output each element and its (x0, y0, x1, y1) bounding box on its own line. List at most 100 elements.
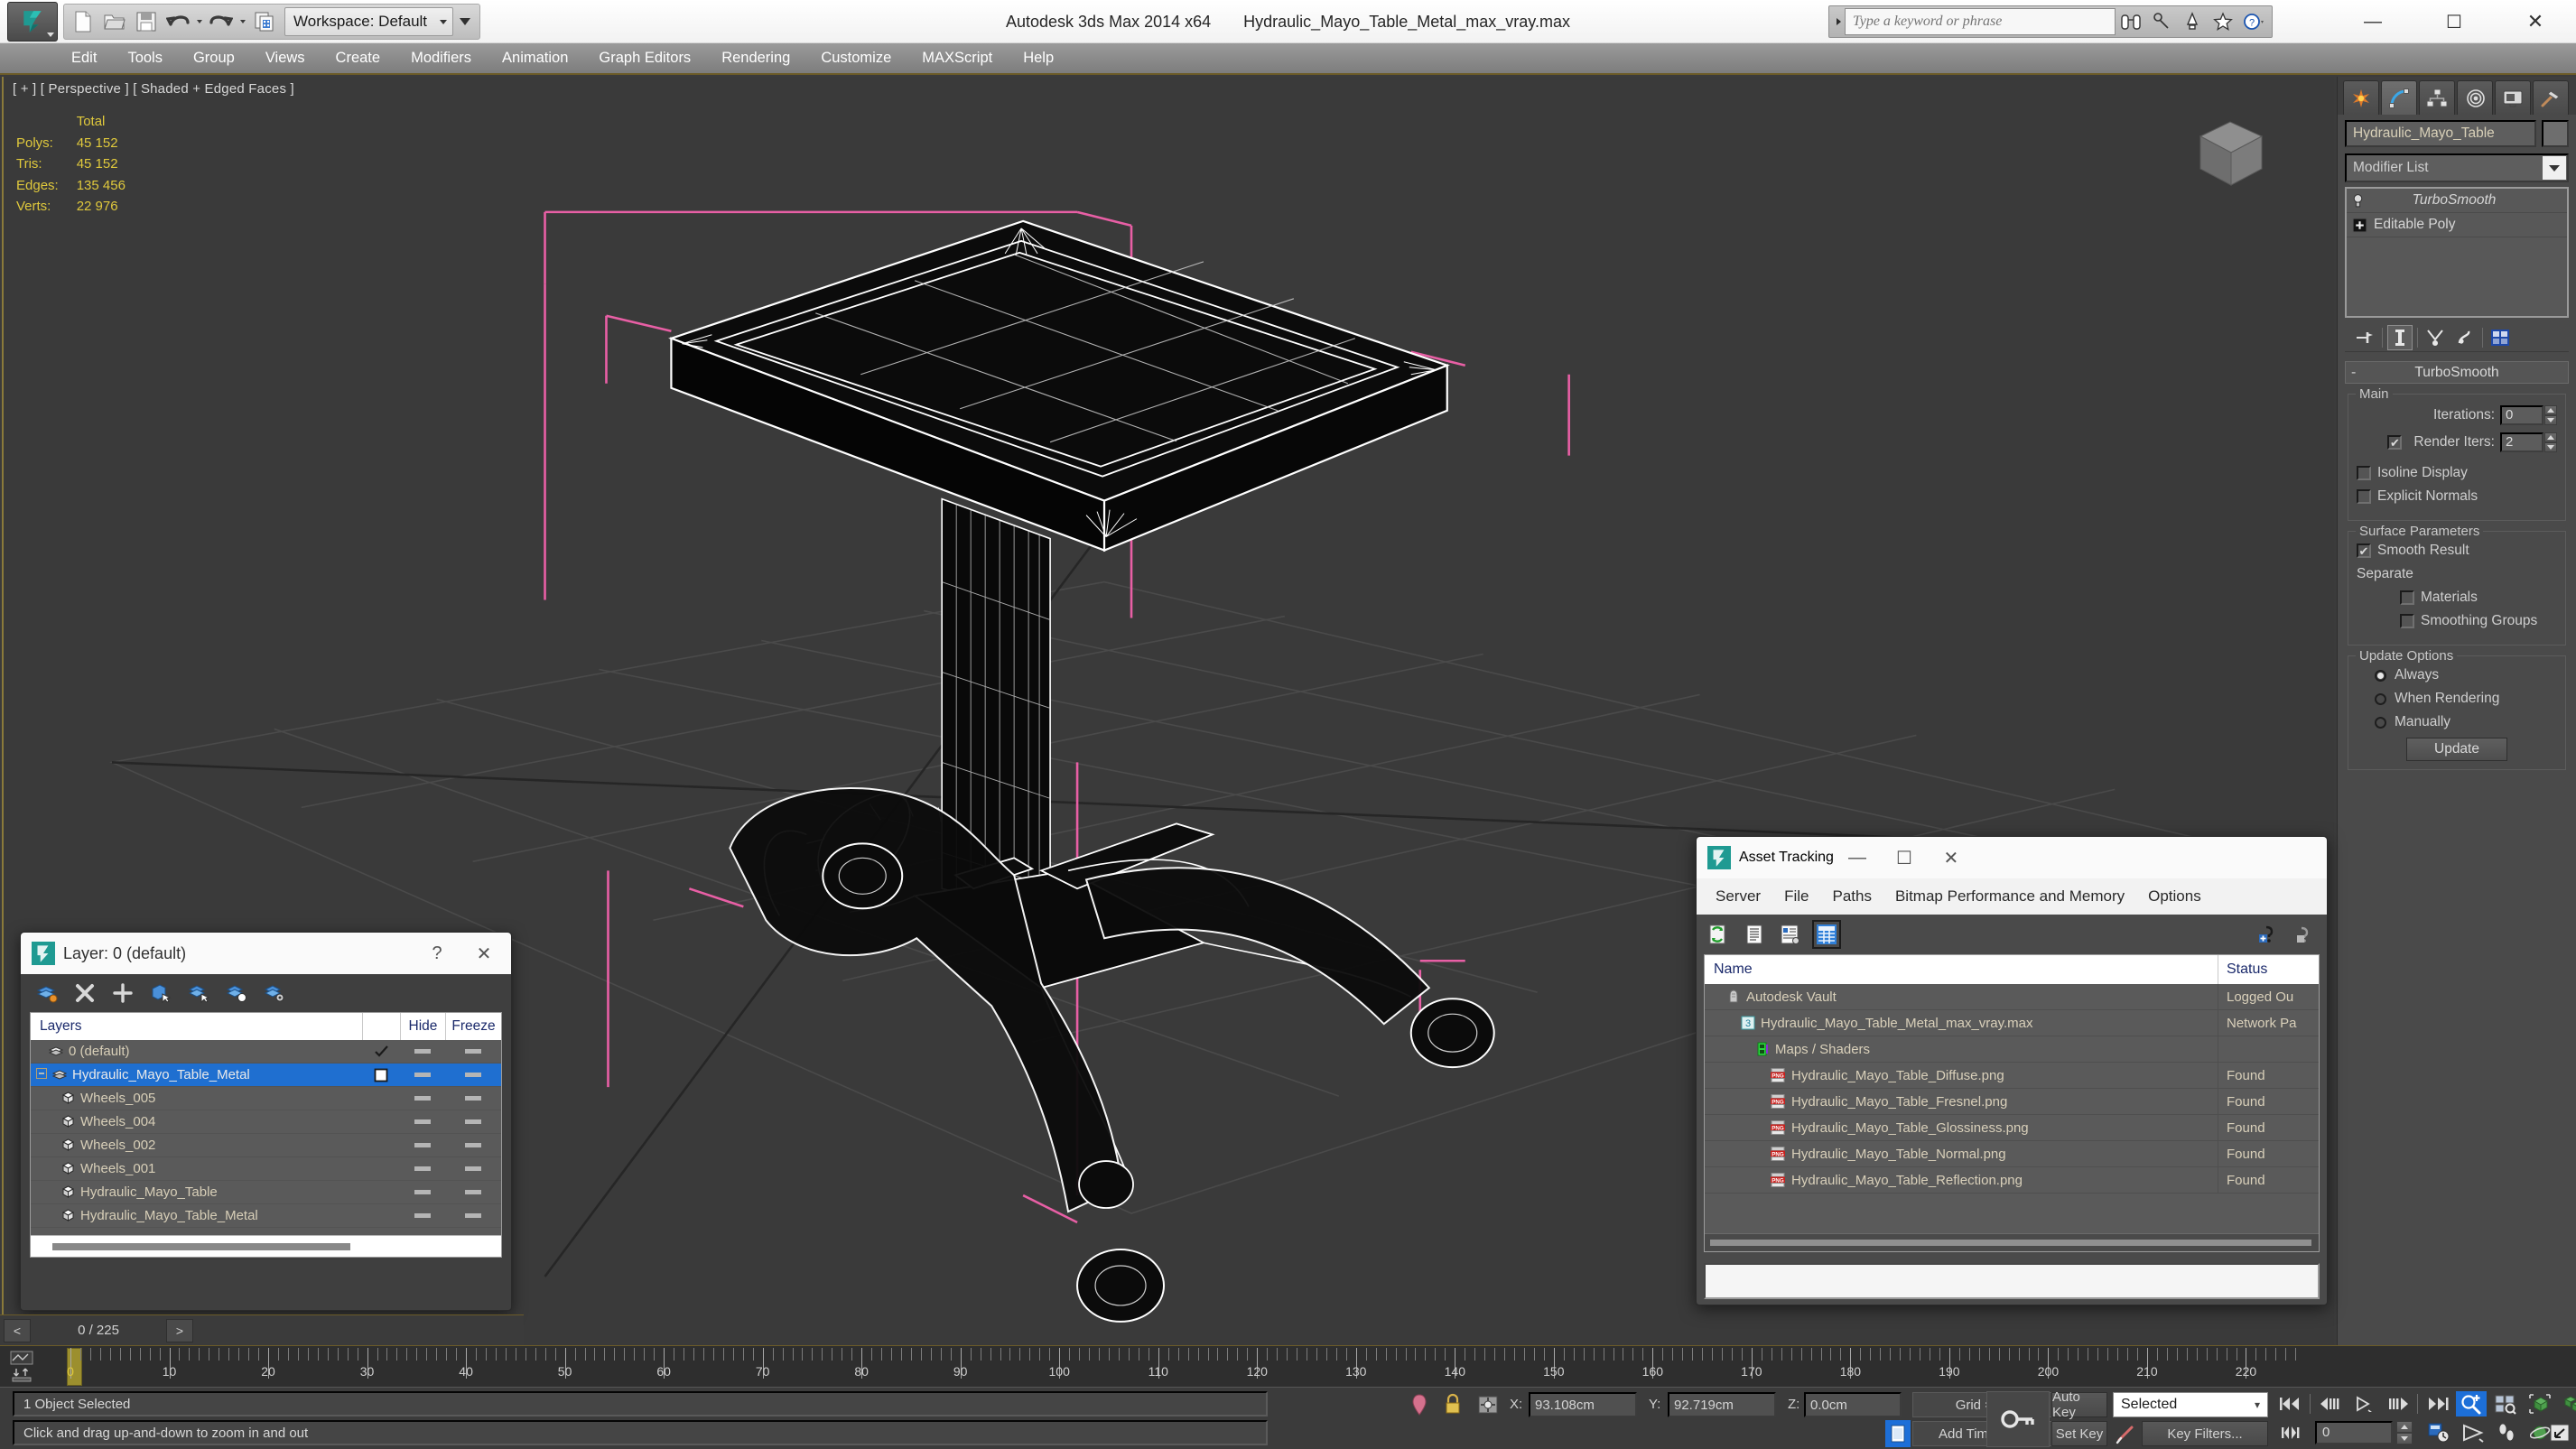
layer-freeze-toggle[interactable] (445, 1049, 501, 1054)
current-frame-field[interactable]: 0 (2315, 1421, 2393, 1444)
track-bar-open-icon[interactable] (4, 1348, 40, 1386)
viewport-label[interactable]: [ + ] [ Perspective ] [ Shaded + Edged F… (13, 81, 294, 97)
make-unique-button[interactable] (2423, 325, 2448, 350)
toolbar-overflow-icon[interactable] (454, 7, 476, 36)
project-folder-icon[interactable] (249, 6, 280, 37)
display-tab[interactable] (2495, 80, 2531, 115)
set-key-button[interactable]: Set Key (2051, 1421, 2107, 1446)
add-help-icon[interactable] (2256, 922, 2282, 947)
asset-dialog-close-button[interactable]: ✕ (1928, 837, 1975, 878)
layer-freeze-toggle[interactable] (445, 1166, 501, 1171)
asset-list[interactable]: Name Status Autodesk Vault Logged Ou 3 Hydr… (1704, 954, 2320, 1252)
search-input[interactable] (1845, 8, 2116, 35)
redo-icon[interactable] (206, 6, 237, 37)
auto-key-button[interactable]: Auto Key (2051, 1389, 2107, 1420)
layer-hide-toggle[interactable] (400, 1190, 445, 1194)
object-color-swatch[interactable] (2542, 120, 2569, 147)
update-button[interactable]: Update (2406, 738, 2507, 761)
asset-row[interactable]: Autodesk Vault Logged Ou (1705, 983, 2319, 1010)
iterations-spinner[interactable]: 0 (2500, 405, 2557, 425)
layer-freeze-toggle[interactable] (445, 1073, 501, 1077)
coord-z-field[interactable]: 0.0cm (1804, 1392, 1902, 1417)
application-menu-button[interactable] (7, 2, 58, 42)
modifier-list-dropdown[interactable]: Modifier List (2345, 153, 2569, 182)
asset-menu-bitmap-performance-and-memory[interactable]: Bitmap Performance and Memory (1883, 878, 2136, 915)
materials-checkbox[interactable] (2400, 590, 2414, 605)
asset-row[interactable]: PNG Hydraulic_Mayo_Table_Diffuse.png Found (1705, 1062, 2319, 1089)
smoothing-groups-checkbox[interactable] (2400, 614, 2414, 628)
create-tab[interactable] (2343, 80, 2379, 115)
zoom-region-icon[interactable] (2456, 1391, 2487, 1416)
layer-list[interactable]: Layers Hide Freeze 0 (default) Hydraulic_… (30, 1012, 502, 1258)
undo-dropdown-icon[interactable] (194, 6, 205, 37)
spin-up-icon[interactable] (2544, 405, 2557, 415)
list-view-icon[interactable] (1742, 922, 1767, 947)
new-file-icon[interactable] (68, 6, 98, 37)
absolute-mode-transform-icon[interactable] (1477, 1393, 1501, 1416)
layer-row[interactable]: Wheels_004 (31, 1110, 501, 1134)
detail-view-icon[interactable] (1778, 922, 1803, 947)
layer-scroll-thumb[interactable] (52, 1243, 350, 1250)
infocenter-expand-icon[interactable] (1832, 8, 1845, 35)
render-iters-value[interactable]: 2 (2500, 432, 2543, 452)
isoline-display-checkbox[interactable] (2357, 466, 2371, 480)
coord-x-field[interactable]: 93.108cm (1529, 1392, 1637, 1417)
maximize-viewport-toggle-icon[interactable] (2544, 1420, 2575, 1445)
layer-row[interactable]: Hydraulic_Mayo_Table (31, 1181, 501, 1204)
layer-current-checkmark-icon[interactable] (362, 1045, 400, 1058)
range-scroll-right-button[interactable]: > (166, 1318, 193, 1342)
when-rendering-radio[interactable] (2375, 692, 2386, 705)
spin-down-icon[interactable] (2396, 1433, 2413, 1444)
layer-row[interactable]: Hydraulic_Mayo_Table_Metal (31, 1204, 501, 1228)
layer-hide-toggle[interactable] (400, 1073, 445, 1077)
asset-row[interactable]: PNG Hydraulic_Mayo_Table_Fresnel.png Found (1705, 1088, 2319, 1115)
asset-dialog-maximize-button[interactable]: ☐ (1881, 837, 1928, 878)
go-to-start-icon[interactable] (2275, 1391, 2306, 1416)
search-binoculars-icon[interactable] (2116, 7, 2146, 36)
range-scroll-left-button[interactable]: < (4, 1318, 31, 1342)
field-of-view-icon[interactable] (2458, 1420, 2488, 1445)
hierarchy-tab[interactable] (2419, 80, 2455, 115)
previous-frame-icon[interactable] (2314, 1391, 2345, 1416)
select-objects-in-layer-icon[interactable] (149, 981, 172, 1005)
asset-menu-options[interactable]: Options (2136, 878, 2213, 915)
explicit-normals-row[interactable]: Explicit Normals (2357, 488, 2557, 505)
asset-row[interactable]: 3 Hydraulic_Mayo_Table_Metal_max_vray.max… (1705, 1009, 2319, 1036)
layer-row[interactable]: Wheels_001 (31, 1157, 501, 1181)
smoothing-groups-row[interactable]: Smoothing Groups (2357, 613, 2557, 629)
open-file-icon[interactable] (99, 6, 130, 37)
asset-menu-paths[interactable]: Paths (1820, 878, 1883, 915)
pin-stack-button[interactable] (2352, 325, 2377, 350)
highlight-selected-objects-layer-icon[interactable] (225, 981, 248, 1005)
close-button[interactable]: ✕ (2495, 0, 2576, 43)
layer-row[interactable]: Wheels_005 (31, 1087, 501, 1110)
object-name-field[interactable]: Hydraulic_Mayo_Table (2345, 120, 2536, 147)
menu-item-customize[interactable]: Customize (805, 42, 907, 74)
spin-up-icon[interactable] (2396, 1421, 2413, 1433)
layer-freeze-toggle[interactable] (445, 1213, 501, 1218)
spin-down-icon[interactable] (2544, 415, 2557, 425)
menu-item-graph-editors[interactable]: Graph Editors (583, 42, 706, 74)
layer-freeze-toggle[interactable] (445, 1190, 501, 1194)
smooth-result-checkbox[interactable] (2357, 543, 2371, 558)
show-end-result-button[interactable] (2387, 324, 2413, 350)
menu-item-tools[interactable]: Tools (112, 42, 178, 74)
layer-row[interactable]: 0 (default) (31, 1040, 501, 1064)
layer-dialog-close-button[interactable]: ✕ (460, 933, 507, 974)
modifier-stack[interactable]: TurboSmooth Editable Poly (2345, 187, 2569, 318)
selection-filter-dropdown[interactable]: Selected ▾ (2113, 1392, 2268, 1417)
utilities-tab[interactable] (2533, 80, 2569, 115)
menu-item-modifiers[interactable]: Modifiers (395, 42, 487, 74)
modifier-stack-item-turbosmooth[interactable]: TurboSmooth (2347, 189, 2567, 213)
smooth-result-row[interactable]: Smooth Result (2357, 543, 2557, 559)
spin-down-icon[interactable] (2544, 442, 2557, 452)
layer-dialog-title-bar[interactable]: Layer: 0 (default) ? ✕ (21, 933, 511, 974)
key-mode-toggle-icon[interactable] (2275, 1420, 2306, 1445)
play-animation-icon[interactable] (2348, 1391, 2379, 1416)
menu-item-maxscript[interactable]: MAXScript (907, 42, 1008, 74)
layer-hide-toggle[interactable] (400, 1143, 445, 1147)
render-iters-spin-buttons[interactable] (2544, 432, 2557, 452)
help-icon[interactable]: ? (2238, 7, 2269, 36)
zoom-extents-icon[interactable] (2525, 1391, 2555, 1416)
when-rendering-row[interactable]: When Rendering (2357, 691, 2557, 707)
